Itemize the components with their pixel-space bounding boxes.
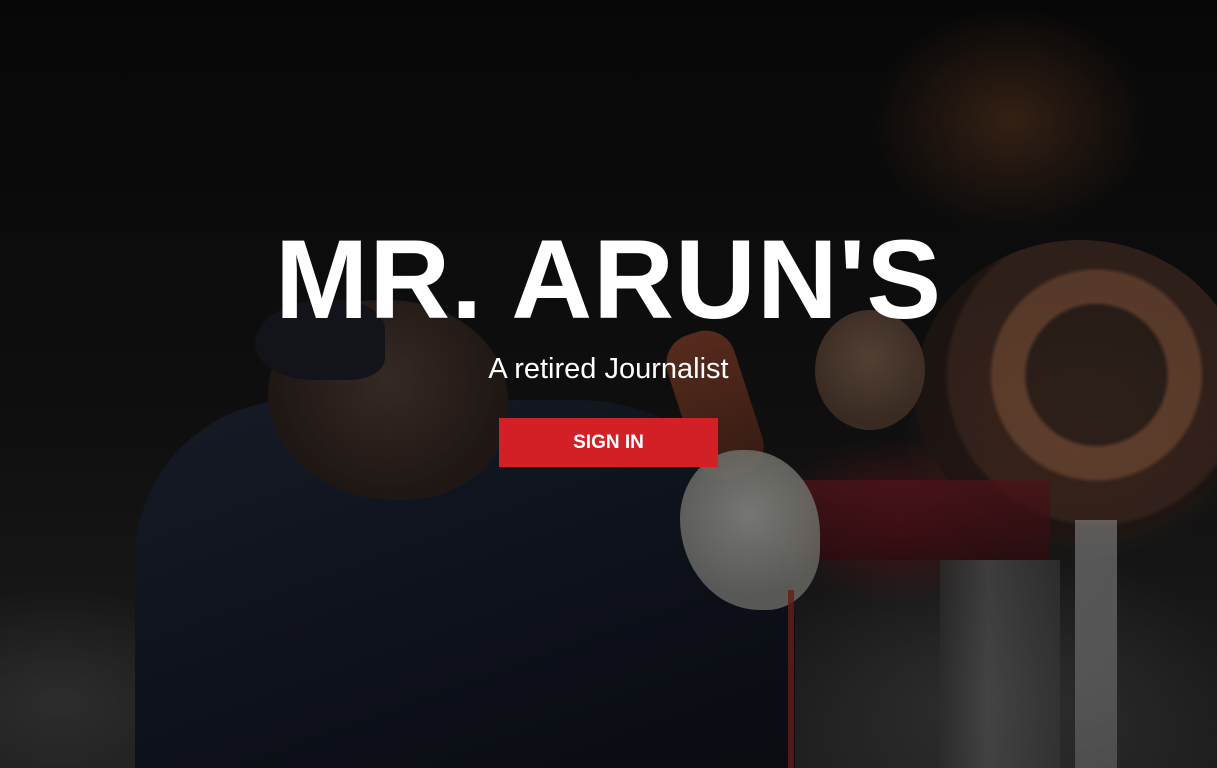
hero-content: MR. ARUN'S A retired Journalist SIGN IN (0, 0, 1217, 768)
site-title: MR. ARUN'S (274, 217, 943, 342)
sign-in-button[interactable]: SIGN IN (499, 418, 718, 467)
hero-section: MR. ARUN'S A retired Journalist SIGN IN (0, 0, 1217, 768)
site-subtitle: A retired Journalist (488, 353, 729, 385)
